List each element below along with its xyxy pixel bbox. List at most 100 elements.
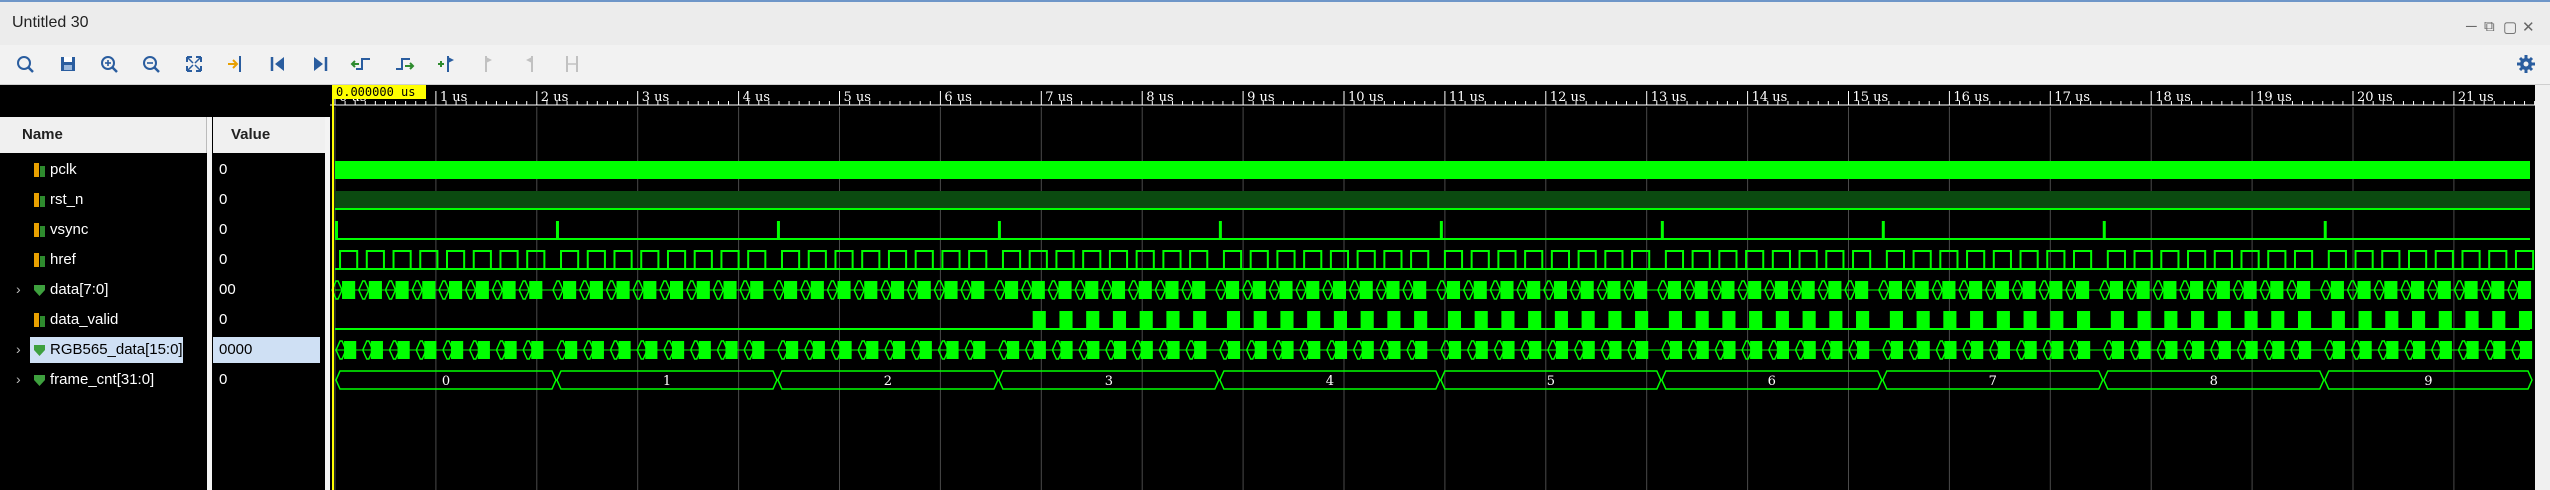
- data-valid-pulse: [1802, 311, 1816, 329]
- window-title: Untitled 30: [12, 14, 89, 31]
- data-valid-pulse: [1635, 311, 1649, 329]
- signal-name: data_valid: [50, 311, 119, 328]
- expand-chevron-icon[interactable]: ›: [16, 281, 21, 297]
- signal-name: rst_n: [50, 191, 84, 208]
- expand-chevron-icon[interactable]: ›: [16, 371, 21, 387]
- data-valid-pulse: [2465, 311, 2479, 329]
- data-valid-pulse: [1474, 311, 1488, 329]
- data-valid-pulse: [2385, 311, 2399, 329]
- ruler-tick-label: 18 us: [2155, 90, 2191, 105]
- data-valid-pulse: [2492, 311, 2506, 329]
- frame-cnt-value: 3: [1105, 374, 1113, 389]
- restore-button[interactable]: ⧉: [2484, 18, 2495, 35]
- data-valid-pulse: [1668, 311, 1682, 329]
- data-valid-pulse: [1856, 311, 1870, 329]
- search-icon: [17, 56, 34, 73]
- swap-cursors-icon: [566, 56, 578, 72]
- data-valid-pulse: [1916, 311, 1930, 329]
- signal-name: href: [50, 251, 76, 268]
- data-valid-pulse: [1166, 311, 1180, 329]
- bit-signal-icon: [34, 253, 45, 267]
- signal-row[interactable]: rst_n 0: [0, 185, 330, 215]
- data-valid-pulse: [1280, 311, 1294, 329]
- bit-signal-icon: [34, 313, 45, 327]
- data-valid-pulse: [1360, 311, 1374, 329]
- frame-cnt-value: 1: [663, 374, 671, 389]
- maximize-button[interactable]: ▢: [2503, 18, 2517, 36]
- signal-row[interactable]: › data[7:0] 00: [0, 275, 330, 305]
- data-valid-pulse: [1608, 311, 1622, 329]
- signal-value: 0: [219, 221, 228, 238]
- signal-row[interactable]: vsync 0: [0, 215, 330, 245]
- data-valid-pulse: [2191, 311, 2205, 329]
- ruler-tick-label: 7 us: [1045, 90, 1072, 105]
- swap-cursors-button[interactable]: [558, 51, 586, 77]
- frame-cnt-value: 7: [1989, 374, 1997, 389]
- add-marker-button[interactable]: [432, 51, 460, 77]
- data-valid-pulse: [2244, 311, 2258, 329]
- ruler-tick-label: 12 us: [1550, 90, 1586, 105]
- signal-row[interactable]: href 0: [0, 245, 330, 275]
- pclk-waveform: [335, 161, 2530, 179]
- go-to-time-zero-button[interactable]: [264, 51, 292, 77]
- signal-row[interactable]: pclk 0: [0, 155, 330, 185]
- signal-name: pclk: [50, 161, 77, 178]
- zoom-out-button[interactable]: [138, 51, 166, 77]
- ruler-tick-label: 4 us: [743, 90, 770, 105]
- data-valid-pulse: [2518, 311, 2533, 329]
- previous-marker-button[interactable]: [474, 51, 502, 77]
- search-button[interactable]: [12, 51, 40, 77]
- data-valid-pulse: [2411, 311, 2426, 329]
- expand-chevron-icon[interactable]: ›: [16, 341, 21, 357]
- value-column-header[interactable]: Value: [213, 117, 330, 153]
- bus-signal-icon: [34, 285, 45, 296]
- data-valid-pulse: [1307, 311, 1321, 329]
- vsync-pulse: [1660, 221, 1664, 239]
- previous-marker-icon: [485, 56, 492, 72]
- data-valid-pulse: [1333, 311, 1347, 329]
- data-valid-pulse: [1996, 311, 2010, 329]
- zoom-out-icon: [143, 56, 160, 73]
- data-valid-pulse: [1501, 311, 1515, 329]
- go-to-cursor-button[interactable]: [222, 51, 250, 77]
- signal-row[interactable]: › RGB565_data[15:0] 0000: [0, 335, 330, 365]
- go-to-last-time-button[interactable]: [306, 51, 334, 77]
- frame-cnt-value: 8: [2210, 374, 2218, 389]
- next-marker-icon: [526, 56, 533, 72]
- vsync-pulse: [555, 221, 559, 239]
- signal-row[interactable]: data_valid 0: [0, 305, 330, 335]
- signal-value: 0: [219, 161, 228, 178]
- ruler-tick-label: 10 us: [1348, 90, 1384, 105]
- name-column-header[interactable]: Name: [0, 117, 207, 153]
- ruler-tick-label: 20 us: [2357, 90, 2393, 105]
- close-button[interactable]: ✕: [2522, 18, 2535, 36]
- vsync-pulse: [2323, 221, 2327, 239]
- minimize-button[interactable]: ─: [2466, 18, 2477, 35]
- waveform-canvas[interactable]: 0 us1 us2 us3 us4 us5 us6 us7 us8 us9 us…: [330, 85, 2550, 490]
- ruler-tick-label: 3 us: [642, 90, 669, 105]
- data-valid-pulse: [1193, 311, 1207, 329]
- signal-row[interactable]: › frame_cnt[31:0] 0: [0, 365, 330, 395]
- next-transition-button[interactable]: [390, 51, 418, 77]
- zoom-fit-button[interactable]: [180, 51, 208, 77]
- data-valid-pulse: [1829, 311, 1843, 329]
- bus-signal-icon: [34, 345, 45, 356]
- signal-name: RGB565_data[15:0]: [50, 341, 183, 358]
- go-to-time-zero-icon: [270, 57, 284, 71]
- signal-value: 0: [219, 311, 228, 328]
- ruler-tick-label: 5 us: [844, 90, 871, 105]
- data-valid-pulse: [2438, 311, 2452, 329]
- settings-button[interactable]: [2512, 51, 2540, 77]
- next-marker-button[interactable]: [516, 51, 544, 77]
- data-valid-pulse: [1970, 311, 1984, 329]
- waveform-toolbar: [0, 45, 2550, 85]
- data-valid-pulse: [2050, 311, 2064, 329]
- vsync-pulse: [1218, 221, 1222, 239]
- zoom-in-button[interactable]: [96, 51, 124, 77]
- signal-name: data[7:0]: [50, 281, 109, 298]
- previous-transition-button[interactable]: [348, 51, 376, 77]
- data-valid-pulse: [2077, 311, 2091, 329]
- signal-value: 00: [219, 281, 236, 298]
- save-button[interactable]: [54, 51, 82, 77]
- gear-icon: [2517, 55, 2535, 73]
